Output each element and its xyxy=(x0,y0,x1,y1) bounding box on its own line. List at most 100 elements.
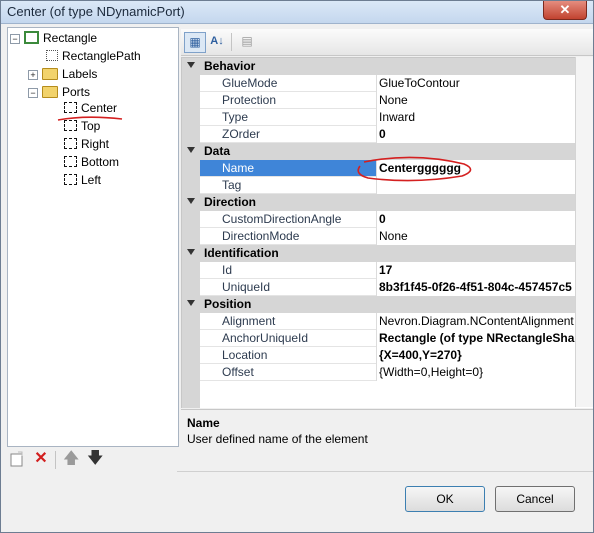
property-name: DirectionMode xyxy=(222,229,300,243)
property-row-offset[interactable]: Offset {Width=0,Height=0} xyxy=(182,364,593,381)
tree-toolbar: ✕ 🡅 🡇 xyxy=(7,447,177,473)
property-row-uniqueid[interactable]: UniqueId 8b3f1f45-0f26-4f51-804c-457457c… xyxy=(182,279,593,296)
property-name: Alignment xyxy=(222,314,276,328)
window-title: Center (of type NDynamicPort) xyxy=(7,4,185,19)
property-row-name[interactable]: Name Centergggggg xyxy=(182,160,593,177)
property-name: CustomDirectionAngle xyxy=(222,212,342,226)
property-grid[interactable]: Behavior GlueMode GlueToContour Protecti… xyxy=(181,57,593,408)
property-value[interactable]: 0 xyxy=(379,127,593,141)
property-name: Location xyxy=(222,348,268,362)
property-row-zorder[interactable]: ZOrder 0 xyxy=(182,126,593,143)
expand-icon[interactable]: + xyxy=(28,70,38,80)
folder-open-icon xyxy=(42,85,58,98)
category-label: Data xyxy=(204,144,231,158)
dialog-window: Center (of type NDynamicPort) ✕ − Rectan… xyxy=(0,0,594,533)
rectangle-shape-icon xyxy=(24,31,39,45)
property-grid-scrollbar[interactable] xyxy=(575,57,593,407)
property-row-tag[interactable]: Tag xyxy=(182,177,593,194)
toolbar-divider xyxy=(55,451,56,469)
tree-item-port-top[interactable]: Top xyxy=(64,118,100,135)
tree-item-port-bottom[interactable]: Bottom xyxy=(64,154,119,171)
property-name: Name xyxy=(222,161,255,175)
tree-item-port-left[interactable]: Left xyxy=(64,172,101,189)
collapse-arrow-icon[interactable] xyxy=(187,147,195,153)
description-title: Name xyxy=(187,416,220,430)
property-row-type[interactable]: Type Inward xyxy=(182,109,593,126)
property-row-customdirectionangle[interactable]: CustomDirectionAngle 0 xyxy=(182,211,593,228)
property-value[interactable]: Nevron.Diagram.NContentAlignment xyxy=(379,314,593,328)
footer-divider xyxy=(177,471,593,472)
property-name: ZOrder xyxy=(222,127,261,141)
property-row-gluemode[interactable]: GlueMode GlueToContour xyxy=(182,75,593,92)
category-direction[interactable]: Direction xyxy=(182,194,593,211)
property-name: Type xyxy=(222,110,249,124)
collapse-arrow-icon[interactable] xyxy=(187,62,195,68)
port-icon xyxy=(64,174,77,186)
property-value[interactable]: Inward xyxy=(379,110,593,124)
property-grid-toolbar: ▦ A↓ ▤ xyxy=(181,29,593,56)
property-value-input[interactable]: Centergggggg xyxy=(379,161,593,175)
property-name: UniqueId xyxy=(222,280,271,294)
close-button[interactable]: ✕ xyxy=(543,1,587,20)
port-icon xyxy=(64,156,77,168)
property-name: AnchorUniqueId xyxy=(222,331,309,345)
property-row-protection[interactable]: Protection None xyxy=(182,92,593,109)
ok-button[interactable]: OK xyxy=(405,486,485,512)
port-icon xyxy=(64,102,77,114)
grid-margin xyxy=(182,381,200,408)
collapse-arrow-icon[interactable] xyxy=(187,249,195,255)
tree-item-port-center[interactable]: Center xyxy=(64,100,117,117)
property-value[interactable]: {Width=0,Height=0} xyxy=(379,365,593,379)
tree-item-label: Ports xyxy=(62,85,91,99)
category-label: Direction xyxy=(204,195,257,209)
property-value[interactable]: Rectangle (of type NRectangleSha xyxy=(379,331,593,345)
path-icon xyxy=(46,50,58,62)
property-value[interactable]: 0 xyxy=(379,212,593,226)
tree-item-label: RectanglePath xyxy=(62,49,141,63)
close-icon: ✕ xyxy=(559,2,571,17)
category-position[interactable]: Position xyxy=(182,296,593,313)
property-row-id[interactable]: Id 17 xyxy=(182,262,593,279)
categorized-view-icon[interactable]: ▦ xyxy=(184,32,206,53)
alphabetical-sort-icon[interactable]: A↓ xyxy=(207,32,227,51)
tree-item-label: Rectangle xyxy=(43,31,98,45)
description-text: User defined name of the element xyxy=(187,432,368,446)
collapse-icon[interactable]: − xyxy=(10,34,20,44)
delete-x-icon[interactable]: ✕ xyxy=(33,451,49,467)
property-name: Id xyxy=(222,263,233,277)
category-data[interactable]: Data xyxy=(182,143,593,160)
property-row-directionmode[interactable]: DirectionMode None xyxy=(182,228,593,245)
property-name: Tag xyxy=(222,178,242,192)
category-label: Identification xyxy=(204,246,279,260)
property-row-alignment[interactable]: Alignment Nevron.Diagram.NContentAlignme… xyxy=(182,313,593,330)
new-document-icon[interactable] xyxy=(9,451,25,467)
tree-item-rectanglepath[interactable]: RectanglePath xyxy=(46,48,141,65)
property-value[interactable]: None xyxy=(379,93,593,107)
arrow-down-icon[interactable]: 🡇 xyxy=(87,451,103,467)
property-value[interactable]: {X=400,Y=270} xyxy=(379,348,593,362)
cancel-button[interactable]: Cancel xyxy=(495,486,575,512)
category-identification[interactable]: Identification xyxy=(182,245,593,262)
property-value[interactable]: 17 xyxy=(379,263,593,277)
port-icon xyxy=(64,138,77,150)
port-icon xyxy=(64,120,77,132)
element-tree[interactable]: − Rectangle RectanglePath + Labels − Por… xyxy=(7,27,179,447)
property-name: GlueMode xyxy=(222,76,278,90)
arrow-up-icon[interactable]: 🡅 xyxy=(63,451,79,467)
toolbar-divider xyxy=(231,33,232,51)
description-panel: Name User defined name of the element xyxy=(181,409,593,464)
title-bar[interactable]: Center (of type NDynamicPort) ✕ xyxy=(1,1,593,24)
property-row-anchoruniqueid[interactable]: AnchorUniqueId Rectangle (of type NRecta… xyxy=(182,330,593,347)
property-pages-icon[interactable]: ▤ xyxy=(237,32,257,51)
property-row-location[interactable]: Location {X=400,Y=270} xyxy=(182,347,593,364)
category-behavior[interactable]: Behavior xyxy=(182,58,593,75)
collapse-icon[interactable]: − xyxy=(28,88,38,98)
category-label: Position xyxy=(204,297,252,311)
tree-item-label: Left xyxy=(81,173,102,187)
collapse-arrow-icon[interactable] xyxy=(187,198,195,204)
property-value[interactable]: None xyxy=(379,229,593,243)
tree-item-port-right[interactable]: Right xyxy=(64,136,109,153)
collapse-arrow-icon[interactable] xyxy=(187,300,195,306)
property-value[interactable]: 8b3f1f45-0f26-4f51-804c-457457c5 xyxy=(379,280,593,294)
property-value[interactable]: GlueToContour xyxy=(379,76,593,90)
